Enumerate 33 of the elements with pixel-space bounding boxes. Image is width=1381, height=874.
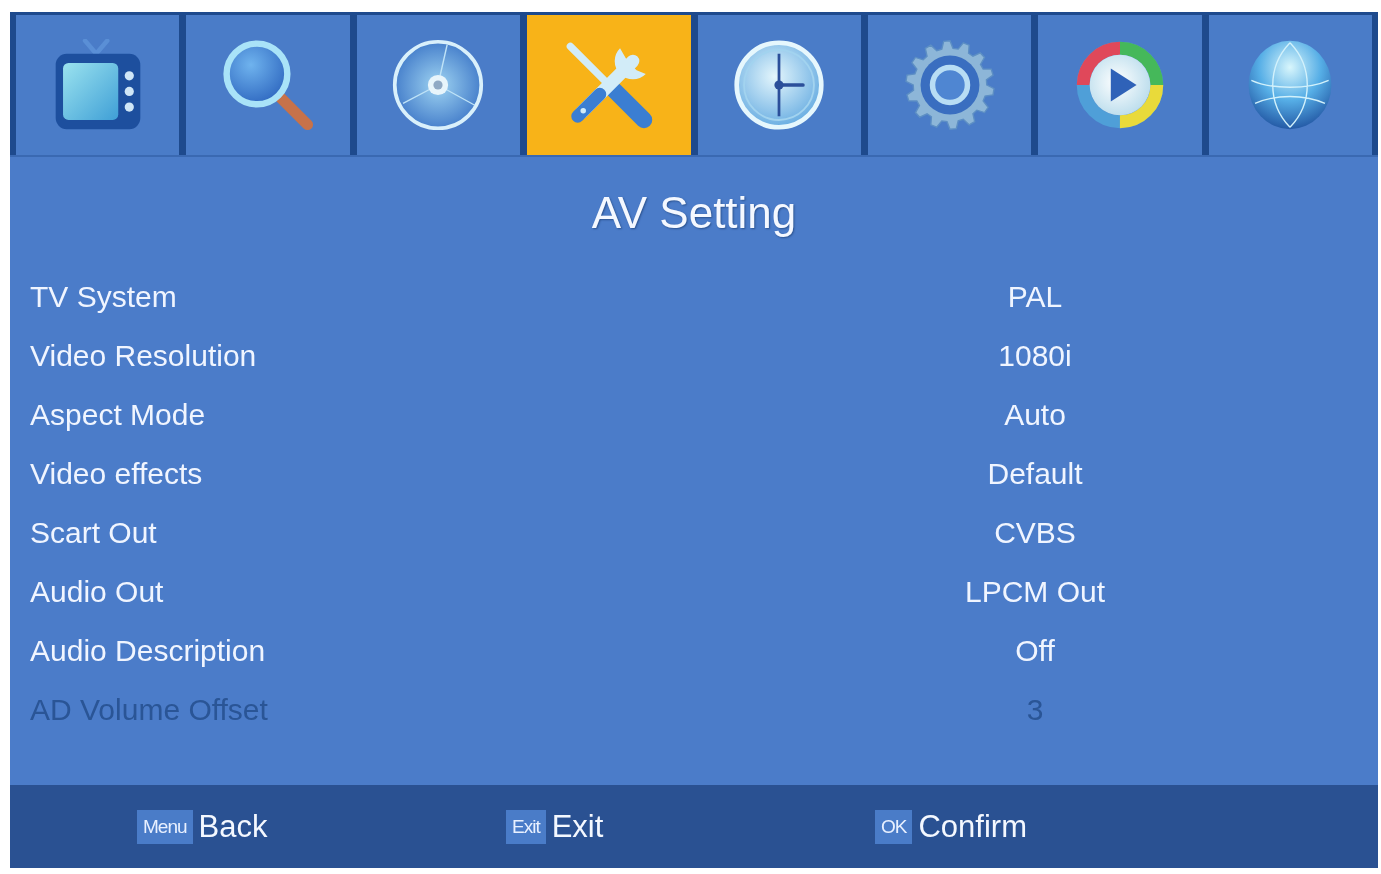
menu-tab[interactable]: [697, 15, 861, 155]
remote-key-label: OK: [875, 809, 913, 844]
menu-tab[interactable]: [16, 15, 180, 155]
setting-label: Audio Out: [30, 574, 164, 608]
menu-tab[interactable]: [867, 15, 1032, 155]
key-action-text: Confirm: [918, 808, 1027, 845]
menu-tab[interactable]: [186, 15, 350, 155]
setting-value: Off: [1015, 632, 1055, 669]
setting-label: Video effects: [30, 456, 203, 490]
remote-key-label: Menu: [137, 809, 193, 844]
disc-icon: [392, 39, 485, 131]
setting-value: CVBS: [994, 514, 1076, 551]
setting-label: Scart Out: [30, 515, 157, 549]
menu-tab[interactable]: [1038, 15, 1202, 155]
key-action-text: Back: [198, 808, 268, 845]
menu-tab[interactable]: [527, 15, 691, 155]
setting-value: PAL: [1007, 278, 1063, 315]
setting-value: Auto: [1004, 396, 1066, 433]
search-icon: [222, 39, 315, 131]
setting-value: 1080i: [998, 337, 1072, 374]
setting-value: LPCM Out: [964, 573, 1105, 610]
gear-icon: [903, 39, 996, 131]
key-action-text: Exit: [551, 808, 604, 845]
menu-tab[interactable]: [356, 15, 521, 155]
setting-label: TV System: [30, 279, 177, 313]
setting-value: Default: [987, 455, 1083, 492]
remote-key-label: Exit: [506, 809, 546, 844]
setting-label: Aspect Mode: [30, 397, 206, 431]
clock-icon: [733, 39, 826, 131]
page-title: AV Setting: [591, 188, 797, 238]
setting-label: Video Resolution: [30, 338, 257, 372]
menu-tab[interactable]: [1208, 15, 1372, 155]
setting-label: Audio Description: [30, 633, 266, 667]
